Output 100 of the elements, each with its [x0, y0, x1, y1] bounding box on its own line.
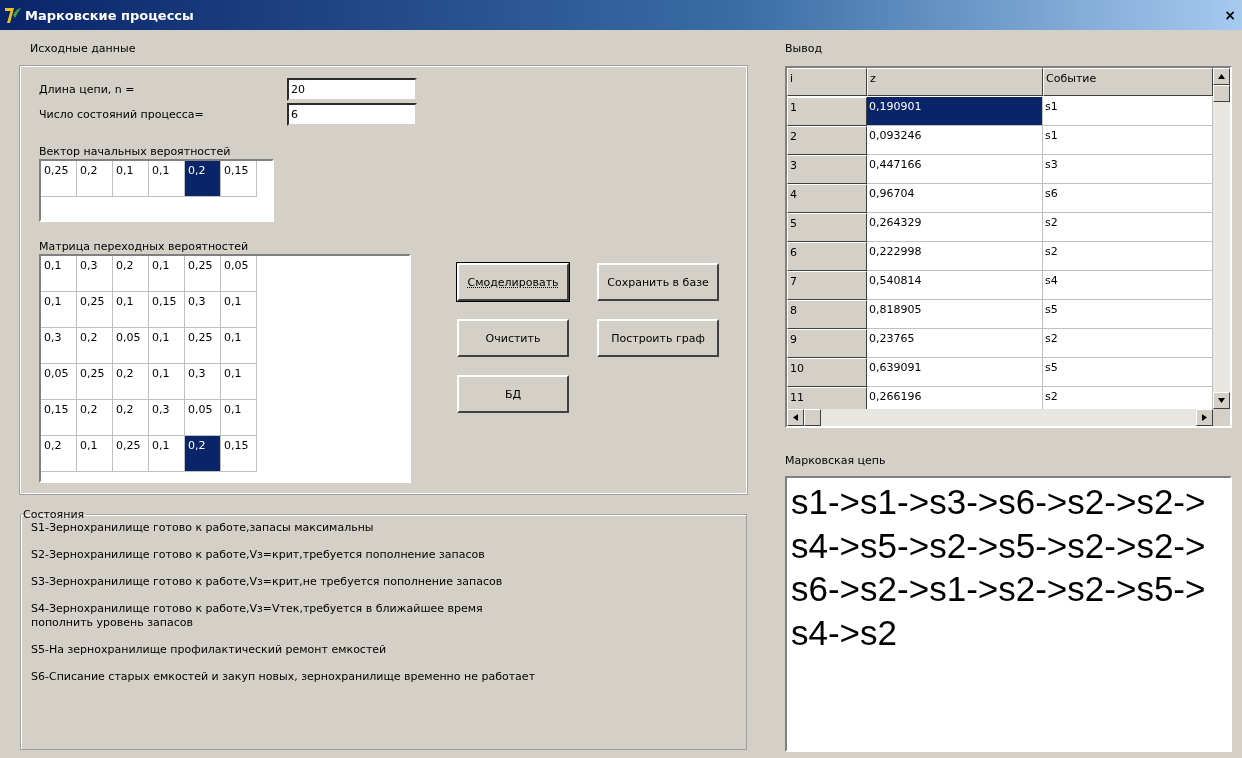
grid-cell[interactable]: 0,2 — [77, 400, 113, 437]
grid-cell[interactable]: 0,25 — [77, 292, 113, 329]
table-cell: 0,540814 — [867, 271, 1043, 300]
action-button[interactable]: Очистить — [457, 319, 569, 357]
input-field[interactable]: 6 — [287, 102, 417, 126]
grid-cell[interactable]: 0,15 — [149, 292, 185, 329]
grid-cell[interactable]: 0,25 — [185, 256, 221, 293]
grid-cell[interactable]: 0,1 — [149, 364, 185, 401]
action-button[interactable]: Смоделировать — [457, 263, 569, 301]
grid-cell[interactable]: 0,25 — [113, 436, 149, 473]
column-header: Событие — [1043, 68, 1213, 96]
table-cell: s4 — [1043, 271, 1213, 300]
table-cell: s5 — [1043, 358, 1213, 387]
grid-cell[interactable]: 0,15 — [41, 400, 77, 437]
horizontal-scrollbar[interactable] — [787, 409, 1230, 426]
row-header: 8 — [787, 300, 867, 329]
grid-cell[interactable]: 0,3 — [149, 400, 185, 437]
table-cell: 0,639091 — [867, 358, 1043, 387]
grid-cell[interactable]: 0,1 — [149, 160, 185, 197]
grid-cell[interactable]: 0,1 — [149, 328, 185, 365]
state-description: S2-Зернохранилище готово к работе,Vз=крит,требуется пополнение запасов — [31, 548, 486, 562]
grid-cell[interactable]: 0,25 — [185, 328, 221, 365]
row-header: 5 — [787, 213, 867, 242]
grid-cell[interactable]: 0,1 — [149, 256, 185, 293]
row-header: 9 — [787, 329, 867, 358]
table-cell: s1 — [1043, 126, 1213, 155]
grid-label: Матрица переходных вероятностей — [39, 240, 250, 255]
scroll-left-button[interactable] — [787, 409, 804, 426]
grid-cell[interactable]: 0,1 — [41, 256, 77, 293]
grid-cell[interactable]: 0,2 — [113, 400, 149, 437]
grid-cell[interactable]: 0,05 — [41, 364, 77, 401]
table-cell: 0,264329 — [867, 213, 1043, 242]
row-header: 3 — [787, 155, 867, 184]
scroll-thumb[interactable] — [804, 409, 821, 426]
grid-cell[interactable]: 0,05 — [221, 256, 257, 293]
grid-cell[interactable]: 0,1 — [221, 364, 257, 401]
scroll-right-button[interactable] — [1196, 409, 1213, 426]
grid-cell[interactable]: 0,2 — [113, 256, 149, 293]
state-description: S6-Списание старых емкостей и закуп новых, зернохранилище временно не работает — [31, 670, 537, 684]
state-description: S3-Зернохранилище готово к работе,Vз=крит,не требуется пополнение запасов — [31, 575, 504, 589]
table-cell: 0,818905 — [867, 300, 1043, 329]
state-description: S4-Зернохранилище готово к работе,Vз=Vтек,требуется в ближайшее время пополнить уровень запасов — [31, 602, 484, 630]
scroll-thumb[interactable] — [1213, 85, 1230, 102]
grid-cell[interactable]: 0,3 — [185, 364, 221, 401]
table-cell: 0,447166 — [867, 155, 1043, 184]
grid-cell[interactable]: 0,05 — [185, 400, 221, 437]
window-title: Марковские процессы — [25, 7, 195, 23]
grid-cell[interactable]: 0,1 — [113, 292, 149, 329]
row-header: 6 — [787, 242, 867, 271]
table-cell: s5 — [1043, 300, 1213, 329]
table-cell: 0,96704 — [867, 184, 1043, 213]
grid-cell[interactable]: 0,1 — [77, 436, 113, 473]
row-header: 11 — [787, 387, 867, 409]
grid-cell[interactable]: 0,1 — [149, 436, 185, 473]
grid-cell[interactable]: 0,1 — [113, 160, 149, 197]
grid-cell[interactable]: 0,05 — [113, 328, 149, 365]
scrollbar-corner — [1213, 409, 1230, 426]
table-cell: 0,23765 — [867, 329, 1043, 358]
row-header: 2 — [787, 126, 867, 155]
action-button[interactable]: БД — [457, 375, 569, 413]
vertical-scrollbar[interactable] — [1213, 68, 1230, 409]
grid-cell[interactable]: 0,1 — [221, 328, 257, 365]
action-button[interactable]: Построить граф — [597, 319, 719, 357]
grid-cell[interactable]: 0,2 — [77, 160, 113, 197]
grid-cell[interactable]: 0,25 — [77, 364, 113, 401]
table-cell: s6 — [1043, 184, 1213, 213]
table-cell: s2 — [1043, 329, 1213, 358]
state-description: S5-На зернохранилище профилактический ремонт емкостей — [31, 643, 388, 657]
table-cell: 0,093246 — [867, 126, 1043, 155]
close-button[interactable]: × — [1222, 7, 1238, 23]
grid-cell[interactable]: 0,1 — [221, 292, 257, 329]
grid-cell[interactable]: 0,15 — [221, 160, 257, 197]
grid-cell[interactable]: 0,2 — [185, 160, 221, 197]
section-heading: Исходные данные — [29, 42, 137, 57]
grid-cell[interactable]: 0,2 — [77, 328, 113, 365]
state-description: S1-Зернохранилище готово к работе,запасы максимальны — [31, 521, 375, 535]
grid-cell[interactable]: 0,25 — [41, 160, 77, 197]
grid-cell[interactable]: 0,1 — [41, 292, 77, 329]
grid-cell[interactable]: 0,2 — [113, 364, 149, 401]
grid-cell[interactable]: 0,2 — [185, 436, 221, 473]
grid-cell[interactable]: 0,3 — [77, 256, 113, 293]
scroll-down-button[interactable] — [1213, 392, 1230, 409]
grid-cell[interactable]: 0,2 — [41, 436, 77, 473]
input-field[interactable]: 20 — [287, 77, 417, 101]
grid-cell[interactable]: 0,1 — [221, 400, 257, 437]
action-button[interactable]: Сохранить в базе — [597, 263, 719, 301]
table-cell: s1 — [1043, 97, 1213, 126]
grid-cell[interactable]: 0,15 — [221, 436, 257, 473]
grid-label: Вектор начальных вероятностей — [39, 144, 232, 159]
row-header: 4 — [787, 184, 867, 213]
table-cell: 0,222998 — [867, 242, 1043, 271]
column-header: z — [867, 68, 1043, 96]
grid-cell[interactable]: 0,3 — [185, 292, 221, 329]
scroll-up-button[interactable] — [1213, 68, 1230, 85]
table-cell: 0,190901 — [867, 97, 1043, 126]
grid-cell[interactable]: 0,3 — [41, 328, 77, 365]
chain-text: s1->s1->s3->s6->s2->s2->s4->s5->s2->s5->s2->s2->s6->s2->s1->s2->s2->s5->s4->s2 — [785, 476, 1232, 752]
field-label: Число состояний процесса= — [39, 107, 204, 121]
table-cell: s3 — [1043, 155, 1213, 184]
column-header: i — [787, 68, 867, 96]
